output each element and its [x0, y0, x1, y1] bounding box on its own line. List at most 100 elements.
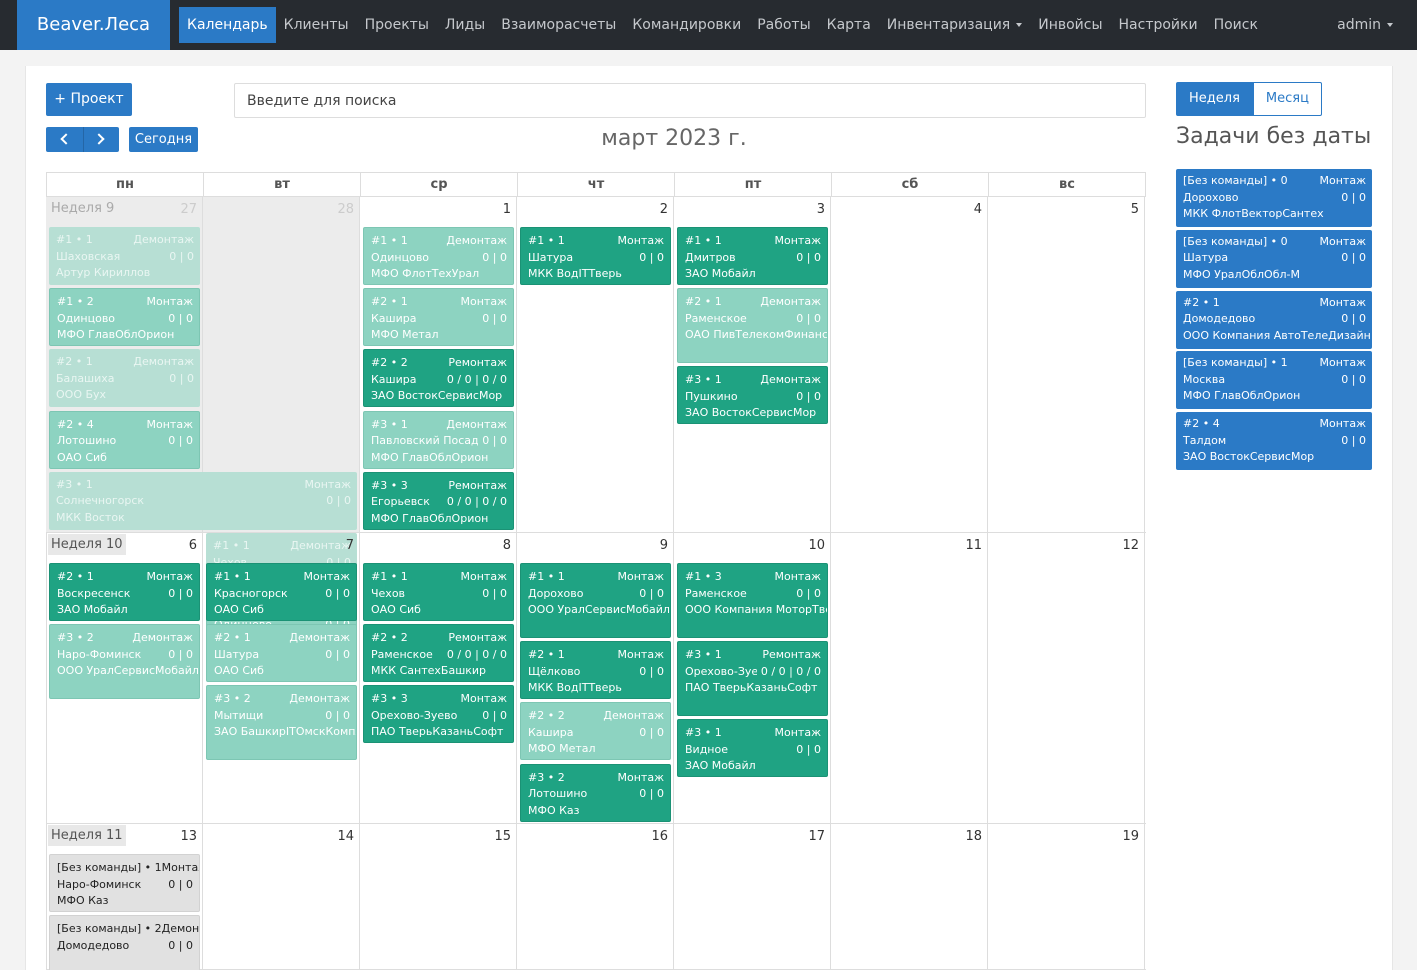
calendar-event[interactable]: #3 • 2 Демонтаж Мытищи 0 | 0 ЗАО БашкирITОмс…	[206, 685, 357, 761]
week-number-label[interactable]: Неделя 11	[48, 825, 126, 846]
day-number[interactable]: 17	[808, 829, 825, 844]
day-cell[interactable]: 4	[831, 197, 988, 532]
day-number[interactable]: 19	[1122, 829, 1139, 844]
event-team: [Без команды] • 1	[57, 861, 162, 874]
user-menu[interactable]: admin	[1337, 0, 1393, 50]
day-cell[interactable]: 11	[831, 533, 988, 823]
calendar-event[interactable]: #2 • 1 Демонтаж Балашиха 0 | 0 ООО Бух	[49, 349, 200, 408]
day-cell[interactable]: 16	[517, 824, 674, 969]
week-number-label[interactable]: Неделя 9	[48, 198, 118, 219]
day-number[interactable]: 13	[180, 829, 197, 844]
brand-logo[interactable]: Beaver.Леса	[17, 0, 170, 50]
next-month-button[interactable]	[83, 127, 119, 152]
day-cell[interactable]: 18	[831, 824, 988, 969]
day-cell[interactable]: 14	[203, 824, 360, 969]
calendar-event[interactable]: #3 • 3 Ремонтаж Егорьевск 0 / 0 | 0 / 0 МФО …	[363, 471, 514, 530]
nav-item[interactable]: Проекты	[357, 7, 437, 43]
calendar-event[interactable]: #2 • 1 Демонтаж Шатура 0 | 0 ОАО Сиб	[206, 624, 357, 683]
nav-item[interactable]: Инвентаризация	[879, 7, 1030, 43]
today-button[interactable]: Сегодня	[129, 127, 198, 152]
nav-item[interactable]: Взаиморасчеты	[493, 7, 624, 43]
day-number[interactable]: 18	[965, 829, 982, 844]
event-client: МКК ВодITТверь	[528, 267, 622, 280]
nav-item[interactable]: Командировки	[624, 7, 749, 43]
day-number[interactable]: 8	[503, 538, 511, 553]
calendar-event[interactable]: #2 • 2 Ремонтаж Раменское 0 / 0 | 0 / 0 МКК …	[363, 624, 514, 683]
calendar-event[interactable]: #1 • 1 Монтаж Чехов 0 | 0 ОАО Сиб	[363, 563, 514, 621]
nav-item[interactable]: Настройки	[1111, 7, 1206, 43]
nav-item[interactable]: Лиды	[437, 7, 493, 43]
calendar-event[interactable]: #3 • 3 Монтаж Орехово-Зуево 0 | 0 ПАО ТверьК…	[363, 685, 514, 744]
calendar-event[interactable]: #1 • 2 Монтаж Одинцово 0 | 0 МФО ГлавОблОрио…	[49, 288, 200, 347]
calendar-event[interactable]: #2 • 2 Демонтаж Кашира 0 | 0 МФО Метал	[520, 702, 671, 761]
day-number[interactable]: 1	[503, 202, 511, 217]
day-number[interactable]: 3	[817, 202, 825, 217]
day-cell[interactable]: 17	[674, 824, 831, 969]
calendar-event[interactable]: #1 • 3 Монтаж Раменское 0 | 0 ООО Компания М…	[677, 563, 828, 638]
nav-item[interactable]: Поиск	[1206, 7, 1266, 43]
add-project-button[interactable]: + Проект	[46, 83, 132, 116]
day-number[interactable]: 27	[180, 202, 197, 217]
day-number[interactable]: 11	[965, 538, 982, 553]
prev-month-button[interactable]	[46, 127, 83, 152]
calendar-event[interactable]: #2 • 1 Монтаж Воскресенск 0 | 0 ЗАО Мобайл	[49, 563, 200, 621]
calendar-event[interactable]: #3 • 1 Монтаж Видное 0 | 0 ЗАО Мобайл	[677, 719, 828, 778]
calendar-event[interactable]: #1 • 1 Монтаж Дмитров 0 | 0 ЗАО Мобайл	[677, 227, 828, 285]
nav-item[interactable]: Инвойсы	[1030, 7, 1110, 43]
calendar-event[interactable]: #1 • 1 Монтаж Дорохово 0 | 0 ООО УралСервисМ…	[520, 563, 671, 638]
calendar-event[interactable]: #2 • 1 Монтаж Кашира 0 | 0 МФО Метал	[363, 288, 514, 347]
calendar-event[interactable]: #1 • 1 Демонтаж Одинцово 0 | 0 МФО ФлотТехУр…	[363, 227, 514, 285]
weekday-label: сб	[832, 173, 989, 196]
day-number[interactable]: 5	[1131, 202, 1139, 217]
calendar-event[interactable]: #3 • 1 Монтаж Солнечногорск 0 | 0 МКК Восток	[49, 471, 357, 530]
nav-item[interactable]: Карта	[819, 7, 879, 43]
day-number[interactable]: 6	[189, 538, 197, 553]
day-cell[interactable]: 15	[360, 824, 517, 969]
calendar-event[interactable]: #3 • 1 Демонтаж Павловский Посад 0 | 0 МФО Г…	[363, 410, 514, 469]
calendar-event[interactable]: #2 • 1 Демонтаж Раменское 0 | 0 ОАО ПивТелек…	[677, 288, 828, 364]
day-number[interactable]: 15	[494, 829, 511, 844]
event-client: МФО ГлавОблОрион	[371, 511, 489, 525]
day-number[interactable]: 10	[808, 538, 825, 553]
day-cell[interactable]: 19	[988, 824, 1145, 969]
calendar-event[interactable]: #1 • 1 Монтаж Красногорск 0 | 0 ОАО Сиб	[206, 563, 357, 621]
nav-item[interactable]: Работы	[749, 7, 818, 43]
calendar-event[interactable]: #3 • 1 Ремонтаж Орехово-Зуево0 / 0 | 0 / 0…	[677, 641, 828, 717]
day-number[interactable]: 4	[974, 202, 982, 217]
day-number[interactable]: 7	[346, 538, 354, 553]
day-number[interactable]: 9	[660, 538, 668, 553]
undated-task[interactable]: #2 • 4 Монтаж Талдом 0 | 0 ЗАО ВостокСервисМ…	[1176, 412, 1372, 471]
calendar-event[interactable]: #2 • 4 Монтаж Лотошино 0 | 0 ОАО Сиб	[49, 410, 200, 469]
calendar-event[interactable]: [Без команды] • 1Монтаж Наро-Фоминск 0 | 0…	[49, 854, 200, 912]
nav-item[interactable]: Календарь	[179, 7, 276, 43]
calendar-event[interactable]: #1 • 1 Монтаж Шатура 0 | 0 МКК ВодITТверь	[520, 227, 671, 285]
week-number-label[interactable]: Неделя 10	[48, 534, 126, 555]
undated-task[interactable]: [Без команды] • 0 Монтаж Дорохово 0 | 0 МКК …	[1176, 169, 1372, 227]
undated-task[interactable]: [Без команды] • 1 Монтаж Москва 0 | 0 МФО Гл…	[1176, 351, 1372, 410]
search-input[interactable]	[234, 83, 1146, 118]
event-client: Артур Кириллов	[56, 266, 151, 279]
undated-task[interactable]: [Без команды] • 0 Монтаж Шатура 0 | 0 МФО Ур…	[1176, 229, 1372, 288]
week-view-button[interactable]: Неделя	[1176, 82, 1253, 116]
undated-task[interactable]: #2 • 1 Монтаж Домодедово 0 | 0 ООО Компания …	[1176, 290, 1372, 349]
month-calendar: пн вт ср чт пт сб вс 27 28 1 2 3 4 5 Неделя 9 #1 • 1 Де…	[46, 172, 1146, 970]
day-number[interactable]: 14	[337, 829, 354, 844]
calendar-event[interactable]: [Без команды] • 2Демонтаж Домодедово 0 | 0	[49, 915, 200, 970]
event-client: ЗАО ВостокСервисМор	[371, 389, 503, 403]
calendar-event[interactable]: #2 • 1 Монтаж Щёлково 0 | 0 МКК ВодITТверь	[520, 641, 671, 700]
calendar-event[interactable]: #1 • 1 Демонтаж Шаховская 0 | 0 Артур Кирилл…	[49, 227, 200, 285]
task-location: Домодедово	[1183, 312, 1256, 326]
day-number[interactable]: 16	[651, 829, 668, 844]
calendar-event[interactable]: #3 • 1 Демонтаж Пушкино 0 | 0 ЗАО ВостокСерв…	[677, 366, 828, 425]
day-number[interactable]: 12	[1122, 538, 1139, 553]
calendar-event[interactable]: #3 • 2 Демонтаж Наро-Фоминск 0 | 0 ООО УралС…	[49, 624, 200, 700]
event-counts: 0 | 0	[168, 647, 193, 661]
day-cell[interactable]: 12	[988, 533, 1145, 823]
calendar-event[interactable]: #3 • 2 Монтаж Лотошино 0 | 0 МФО Каз	[520, 763, 671, 822]
day-number[interactable]: 28	[337, 202, 354, 217]
calendar-event[interactable]: #2 • 2 Ремонтаж Кашира 0 / 0 | 0 / 0 ЗАО Вос…	[363, 349, 514, 408]
nav-item[interactable]: Клиенты	[276, 7, 357, 43]
month-view-button[interactable]: Месяц	[1252, 82, 1322, 116]
day-cell[interactable]: 5	[988, 197, 1145, 532]
day-number[interactable]: 2	[660, 202, 668, 217]
